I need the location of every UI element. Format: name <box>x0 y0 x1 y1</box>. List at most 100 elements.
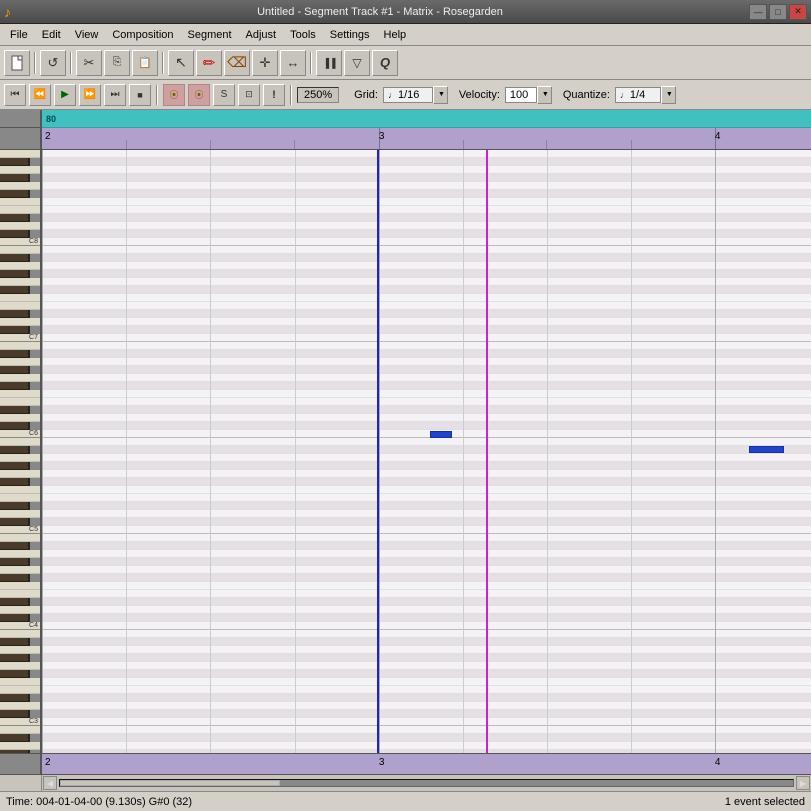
velocity-tool-button[interactable]: ▐▐ <box>316 50 342 76</box>
draw-tool-button[interactable]: ✏ <box>196 50 222 76</box>
menu-item-segment[interactable]: Segment <box>182 27 238 43</box>
piano-key-G#4[interactable] <box>0 558 30 566</box>
piano-key-E8[interactable] <box>0 206 40 214</box>
piano-key-C#8[interactable] <box>0 230 30 238</box>
piano-key-D5[interactable] <box>0 510 40 518</box>
piano-key-D3[interactable] <box>0 702 40 710</box>
piano-key-A8[interactable] <box>0 166 40 174</box>
skip-end-button[interactable]: ⏭ <box>104 84 126 106</box>
piano-key-G#5[interactable] <box>0 462 30 470</box>
play-button[interactable]: ▶ <box>54 84 76 106</box>
piano-key-A4[interactable] <box>0 550 40 558</box>
piano-key-A5[interactable] <box>0 454 40 462</box>
record-insert-button[interactable]: ⦿ <box>163 84 185 106</box>
grid-control[interactable]: ♩ 1/16 <box>383 86 448 104</box>
piano-key-B2[interactable] <box>0 726 40 734</box>
piano-key-D#5[interactable] <box>0 502 30 510</box>
piano-key-F5[interactable] <box>0 486 40 494</box>
menu-item-edit[interactable]: Edit <box>36 27 67 43</box>
note-grid[interactable] <box>42 150 811 753</box>
select-tool-button[interactable]: ↖ <box>168 50 194 76</box>
hscroll-bar[interactable]: ◀ ▶ <box>42 775 811 791</box>
piano-key-B3[interactable] <box>0 630 40 638</box>
piano-key-D#6[interactable] <box>0 406 30 414</box>
piano-key-A#5[interactable] <box>0 446 30 454</box>
filter-button[interactable]: ▽ <box>344 50 370 76</box>
note-block-1[interactable] <box>430 431 452 438</box>
piano-key-D8[interactable] <box>0 222 40 230</box>
loop-button[interactable]: ! <box>263 84 285 106</box>
piano-key-A#8[interactable] <box>0 158 30 166</box>
velocity-control[interactable]: 100 <box>505 86 552 104</box>
piano-key-C4[interactable]: C4 <box>0 622 40 630</box>
piano-key-A6[interactable] <box>0 358 40 366</box>
piano-key-A2[interactable] <box>0 742 40 750</box>
note-block-2[interactable] <box>749 446 784 453</box>
piano-key-G4[interactable] <box>0 566 40 574</box>
piano-key-G7[interactable] <box>0 278 40 286</box>
piano-key-C#5[interactable] <box>0 518 30 526</box>
piano-key-D#8[interactable] <box>0 214 30 222</box>
piano-key-G3[interactable] <box>0 662 40 670</box>
piano-key-F7[interactable] <box>0 294 40 302</box>
piano-key-G#6[interactable] <box>0 366 30 374</box>
piano-key-C#7[interactable] <box>0 326 30 334</box>
quantize-dropdown[interactable] <box>661 86 676 104</box>
stop-button[interactable]: ■ <box>129 84 151 106</box>
move-tool-button[interactable]: ✛ <box>252 50 278 76</box>
piano-key-F#6[interactable] <box>0 382 30 390</box>
piano-key-D6[interactable] <box>0 414 40 422</box>
menu-item-adjust[interactable]: Adjust <box>240 27 283 43</box>
piano-key-A#2[interactable] <box>0 734 30 742</box>
piano-key-E5[interactable] <box>0 494 40 502</box>
piano-key-F3[interactable] <box>0 678 40 686</box>
piano-key-B8[interactable] <box>0 150 40 158</box>
piano-key-C#3[interactable] <box>0 710 30 718</box>
piano-key-D4[interactable] <box>0 606 40 614</box>
hscroll-left-button[interactable]: ◀ <box>43 776 57 790</box>
piano-key-B6[interactable] <box>0 342 40 350</box>
piano-key-F#8[interactable] <box>0 190 30 198</box>
piano-key-G#8[interactable] <box>0 174 30 182</box>
new-button[interactable] <box>4 50 30 76</box>
solo-button[interactable]: S <box>213 84 235 106</box>
erase-tool-button[interactable]: ⌫ <box>224 50 250 76</box>
velocity-dropdown[interactable] <box>537 86 552 104</box>
punch-button[interactable]: ⊡ <box>238 84 260 106</box>
piano-key-D#7[interactable] <box>0 310 30 318</box>
piano-key-G8[interactable] <box>0 182 40 190</box>
piano-key-G#7[interactable] <box>0 270 30 278</box>
piano-key-A#4[interactable] <box>0 542 30 550</box>
piano-key-C7[interactable]: C7 <box>0 334 40 342</box>
hscroll-right-button[interactable]: ▶ <box>796 776 810 790</box>
undo-button[interactable]: ↺ <box>40 50 66 76</box>
piano-key-C5[interactable]: C5 <box>0 526 40 534</box>
piano-key-F8[interactable] <box>0 198 40 206</box>
cut-button[interactable]: ✂ <box>76 50 102 76</box>
piano-key-C3[interactable]: C3 <box>0 718 40 726</box>
piano-key-F6[interactable] <box>0 390 40 398</box>
menu-item-help[interactable]: Help <box>378 27 413 43</box>
piano-key-B5[interactable] <box>0 438 40 446</box>
piano-key-B4[interactable] <box>0 534 40 542</box>
menu-item-file[interactable]: File <box>4 27 34 43</box>
piano-key-A#6[interactable] <box>0 350 30 358</box>
hscroll-thumb[interactable] <box>60 780 280 786</box>
close-button[interactable]: ✕ <box>789 4 807 20</box>
piano-key-B7[interactable] <box>0 246 40 254</box>
resize-tool-button[interactable]: ↔ <box>280 50 306 76</box>
piano-key-E6[interactable] <box>0 398 40 406</box>
piano-key-G6[interactable] <box>0 374 40 382</box>
quantize-control[interactable]: ♩ 1/4 <box>615 86 676 104</box>
piano-key-F#7[interactable] <box>0 286 30 294</box>
maximize-button[interactable]: □ <box>769 4 787 20</box>
record-replace-button[interactable]: ⦿ <box>188 84 210 106</box>
fast-forward-button[interactable]: ⏩ <box>79 84 101 106</box>
zoom-button[interactable]: Q <box>372 50 398 76</box>
piano-key-C#4[interactable] <box>0 614 30 622</box>
piano-key-D7[interactable] <box>0 318 40 326</box>
piano-key-C8[interactable]: C8 <box>0 238 40 246</box>
menu-item-composition[interactable]: Composition <box>106 27 179 43</box>
piano-key-D#4[interactable] <box>0 598 30 606</box>
paste-button[interactable]: 📋 <box>132 50 158 76</box>
